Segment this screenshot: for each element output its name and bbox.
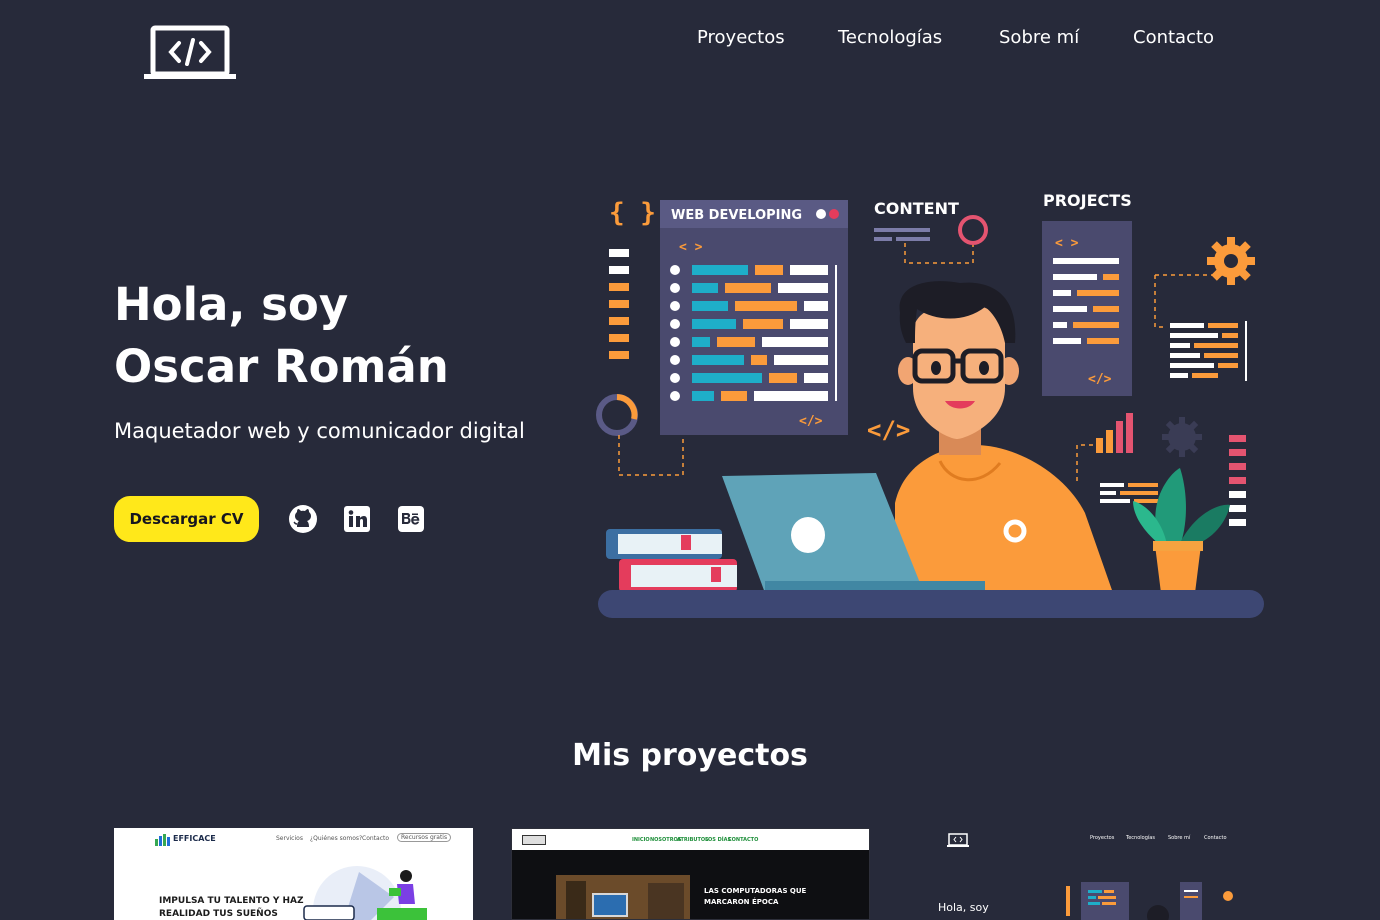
svg-text:</>: </> bbox=[1088, 372, 1112, 387]
behance-icon[interactable] bbox=[396, 504, 426, 534]
code-laptop-icon bbox=[947, 833, 969, 847]
bar-chart-icon bbox=[1096, 413, 1133, 453]
svg-text:</>: </> bbox=[799, 414, 823, 429]
github-icon[interactable] bbox=[288, 504, 318, 534]
braces-icon: { } bbox=[609, 198, 656, 228]
svg-text:< >: < > bbox=[679, 240, 703, 255]
card-hero-image bbox=[556, 875, 690, 919]
card-hero-illustration bbox=[303, 866, 427, 920]
card-logo-text: EFFICACE bbox=[173, 834, 216, 843]
svg-text:< >: < > bbox=[1055, 236, 1079, 251]
right-text-lines bbox=[1170, 321, 1247, 381]
project-card-computadoras[interactable]: INICIO NOSOTROS ATRIBUTOS LOS DÍAS CONTA… bbox=[511, 828, 870, 920]
projects-panel: < > </> bbox=[1042, 221, 1132, 396]
hero-title: Hola, soy Oscar Román bbox=[114, 274, 449, 398]
web-developing-panel: WEB DEVELOPING < > </> bbox=[660, 200, 848, 435]
project-card-portfolio[interactable]: Proyectos Tecnologías Sobre mí Contacto … bbox=[908, 828, 1267, 920]
nav-link-proyectos[interactable]: Proyectos bbox=[697, 27, 785, 48]
linkedin-icon[interactable] bbox=[342, 504, 372, 534]
gear-icon bbox=[1207, 237, 1255, 285]
project-card-efficace[interactable]: EFFICACE Servicios ¿Quiénes somos? Conta… bbox=[114, 828, 473, 920]
donut-chart-icon bbox=[596, 394, 638, 436]
left-bars-decoration bbox=[609, 249, 629, 359]
panel-web-title: WEB DEVELOPING bbox=[671, 208, 802, 223]
hero-illustration: { } WEB DEVELOPING < > </> CONTENT PROJE… bbox=[596, 191, 1264, 618]
code-symbol-icon: </> bbox=[867, 416, 910, 444]
nav-link-tecnologias[interactable]: Tecnologías bbox=[838, 27, 942, 48]
nav-link-contacto[interactable]: Contacto bbox=[1133, 27, 1214, 48]
card-logo bbox=[522, 835, 546, 845]
desk-illustration bbox=[598, 590, 1264, 618]
efficace-logo-icon bbox=[155, 834, 170, 846]
main-nav: Proyectos Tecnologías Sobre mí Contacto bbox=[0, 27, 1380, 51]
panel-projects-title: PROJECTS bbox=[1043, 191, 1132, 210]
hero-name: Oscar Román bbox=[114, 340, 449, 393]
projects-section-title: Mis proyectos bbox=[572, 738, 808, 773]
nav-link-sobre-mi[interactable]: Sobre mí bbox=[999, 27, 1079, 48]
books-illustration bbox=[606, 529, 737, 592]
card-mini-illustration bbox=[1066, 882, 1233, 920]
panel-content-title: CONTENT bbox=[874, 199, 959, 218]
hero-greeting: Hola, soy bbox=[114, 278, 349, 331]
hero-subtitle: Maquetador web y comunicador digital bbox=[114, 419, 525, 443]
download-cv-button[interactable]: Descargar CV bbox=[114, 496, 259, 542]
